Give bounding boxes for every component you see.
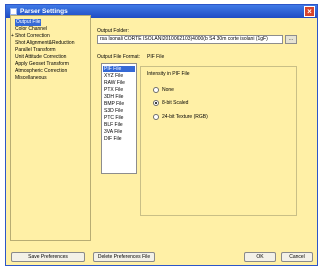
cancel-button[interactable]: Cancel [281, 252, 313, 262]
browse-button[interactable]: ... [285, 35, 297, 44]
intensity-24bit-radio[interactable] [153, 114, 159, 120]
tree-item-shot-correction[interactable]: Shot Correction [15, 33, 50, 40]
app-icon [10, 8, 17, 15]
list-item[interactable]: PTX File [104, 87, 123, 93]
intensity-none-radio[interactable] [153, 87, 159, 93]
list-item[interactable]: 3DH File [104, 94, 123, 100]
ok-button[interactable]: OK [244, 252, 276, 262]
tree-item-shot-alignment[interactable]: Shot Alignment&Reduction [15, 40, 74, 47]
output-folder-field[interactable]: rsa Isonali CORTE ISOLANI2010062103)4000… [97, 35, 283, 44]
tree-item-atmospheric[interactable]: Atmospheric Correction [15, 68, 67, 75]
delete-preferences-button[interactable]: Delete Preferences File [93, 252, 155, 262]
list-item[interactable]: BMP File [104, 101, 124, 107]
list-item[interactable]: DIF File [104, 136, 122, 142]
intensity-label: Intensity in PIF File [147, 71, 190, 77]
tree-item-output-file[interactable]: Output File [15, 19, 42, 26]
tree-item-unit-attitude[interactable]: Unit Attitude Correction [15, 54, 66, 61]
tree-item-miscellaneous[interactable]: Miscellaneous [15, 75, 47, 82]
intensity-8bit-label[interactable]: 8-bit Scaled [162, 100, 188, 106]
radio-selected-dot [155, 102, 157, 104]
list-item[interactable]: RAW File [104, 80, 125, 86]
list-item[interactable]: XYZ File [104, 73, 123, 79]
intensity-24bit-label[interactable]: 24-bit Texture (RGB) [162, 114, 208, 120]
tree-item-color-channel[interactable]: Color Channel [15, 26, 47, 33]
tree-item-geoset-transform[interactable]: Apply Geoset Transform [15, 61, 69, 68]
output-format-label: Output File Format: [97, 54, 141, 60]
list-item[interactable]: 3VA File [104, 129, 122, 135]
output-folder-label: Output Folder: [97, 28, 129, 34]
intensity-8bit-radio[interactable] [153, 100, 159, 106]
settings-tree: Output File Color Channel + Shot Correct… [10, 15, 91, 241]
window-title: Parser Settings [20, 8, 68, 15]
list-item[interactable]: PIF File [103, 66, 135, 72]
format-list[interactable]: PIF File XYZ File RAW File PTX File 3DH … [101, 63, 137, 174]
list-item[interactable]: S3D File [104, 108, 123, 114]
close-icon[interactable]: × [304, 6, 315, 17]
expand-icon[interactable]: + [11, 33, 14, 39]
intensity-none-label[interactable]: None [162, 87, 174, 93]
save-preferences-button[interactable]: Save Preferences [11, 252, 85, 262]
list-item[interactable]: PTC File [104, 115, 123, 121]
tree-item-parallel-transform[interactable]: Parallel Transform [15, 47, 56, 54]
list-item[interactable]: BLF File [104, 122, 123, 128]
output-format-current: PIF File [147, 54, 165, 60]
